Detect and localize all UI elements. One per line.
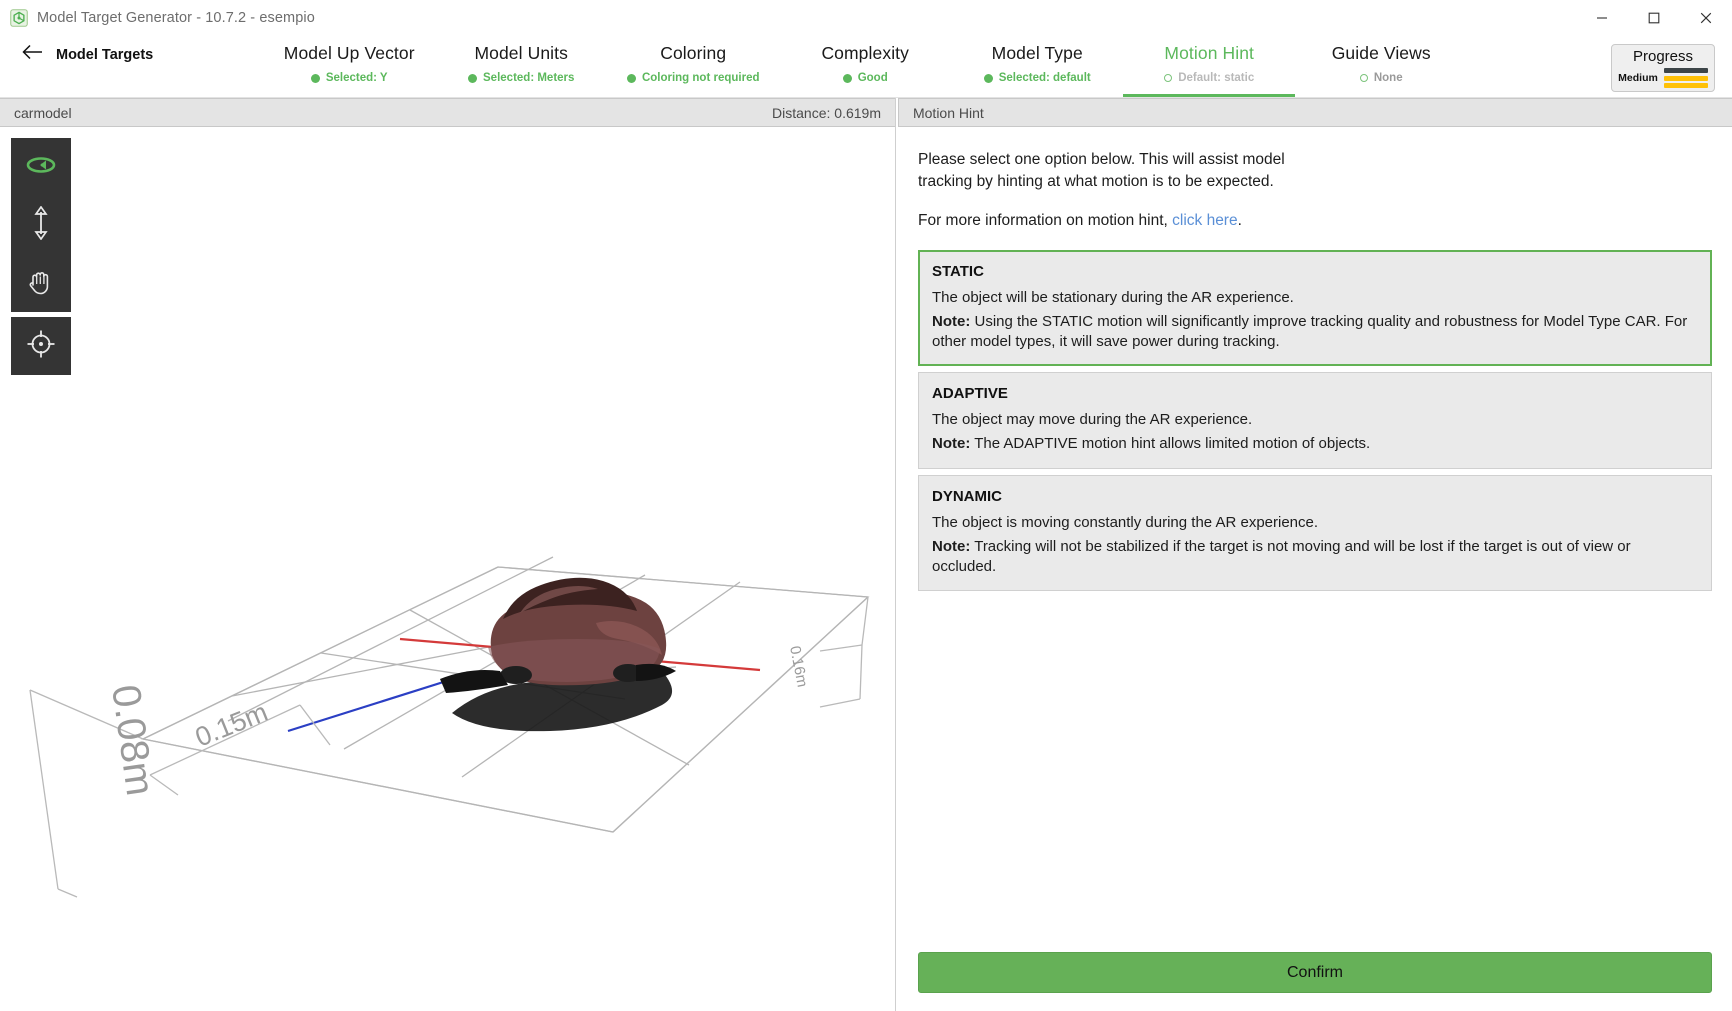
- option-title: DYNAMIC: [931, 488, 1002, 506]
- confirm-button[interactable]: Confirm: [917, 952, 1712, 993]
- progress-bar-3: [1663, 83, 1708, 88]
- option-note: Note: Using the STATIC motion will signi…: [932, 312, 1698, 352]
- model-scene: 0.08m 0.15m 0.16m: [29, 556, 870, 898]
- progress-label: Progress: [1632, 48, 1694, 65]
- intro-text: Please select one option below. This wil…: [917, 151, 1285, 190]
- option-title: STATIC: [931, 263, 984, 281]
- panel-title: Motion Hint: [912, 104, 984, 121]
- confirm-area: Confirm: [917, 952, 1712, 993]
- dimension-label-height: 0.16m: [786, 645, 811, 689]
- app-logo-icon: [10, 8, 28, 27]
- step-title: Model Up Vector: [283, 43, 415, 63]
- progress-indicator: Medium: [1618, 68, 1708, 88]
- title-bar: Model Target Generator - 10.7.2 - esempi…: [0, 0, 1732, 36]
- status-dot-icon: [468, 73, 478, 83]
- option-title: ADAPTIVE: [931, 385, 1008, 403]
- step-status-label: Selected: Y: [325, 72, 388, 84]
- motion-hint-option-static[interactable]: STATIC The object will be stationary dur…: [917, 250, 1712, 367]
- option-description: The object is moving constantly during t…: [931, 514, 1319, 532]
- option-note: Note: The ADAPTIVE motion hint allows li…: [932, 434, 1698, 454]
- motion-hint-option-adaptive[interactable]: ADAPTIVE The object may move during the …: [917, 372, 1712, 470]
- progress-button[interactable]: Progress Medium: [1611, 44, 1715, 92]
- maximize-button[interactable]: [1628, 0, 1680, 36]
- workflow-step-bar: Model Targets Model Up Vector Selected: …: [0, 36, 1732, 98]
- option-description: The object may move during the AR experi…: [931, 411, 1253, 429]
- minimize-button[interactable]: [1576, 0, 1628, 36]
- dimension-label-width: 0.15m: [191, 697, 272, 753]
- step-status: Default: static: [1164, 72, 1254, 84]
- motion-hint-panel: Motion Hint Please select one option bel…: [895, 98, 1732, 1011]
- step-status-label: None: [1373, 72, 1403, 84]
- option-note-text: Tracking will not be stabilized if the t…: [931, 537, 1631, 575]
- arrow-left-icon: [22, 44, 43, 65]
- step-model-units[interactable]: Model Units Selected: Meters: [435, 36, 607, 97]
- option-description: The object will be stationary during the…: [931, 289, 1294, 307]
- status-dot-icon: [626, 73, 636, 83]
- option-note-text: Using the STATIC motion will significant…: [931, 312, 1688, 350]
- main-content: carmodel Distance: 0.619m 0.08m 0.15m 0.…: [0, 98, 1732, 1011]
- step-title: Motion Hint: [1164, 43, 1255, 63]
- step-title: Model Type: [991, 43, 1083, 63]
- back-label: Model Targets: [56, 46, 154, 63]
- option-note: Note: Tracking will not be stabilized if…: [932, 537, 1698, 577]
- option-note-label: Note:: [931, 435, 971, 453]
- step-model-type[interactable]: Model Type Selected: default: [951, 36, 1123, 97]
- option-note-label: Note:: [931, 312, 971, 330]
- step-status: Coloring not required: [626, 72, 760, 84]
- car-model-mesh: [440, 577, 676, 693]
- option-note-text: The ADAPTIVE motion hint allows limited …: [970, 435, 1371, 453]
- progress-bar-2: [1663, 75, 1708, 81]
- window-controls: [1576, 0, 1732, 36]
- viewport-panel: carmodel Distance: 0.619m 0.08m 0.15m 0.…: [0, 98, 896, 1011]
- option-note-label: Note:: [931, 537, 971, 555]
- panel-body: Please select one option below. This wil…: [898, 127, 1732, 1011]
- step-coloring[interactable]: Coloring Coloring not required: [607, 36, 779, 97]
- progress-level-label: Medium: [1618, 72, 1658, 84]
- progress-bar-1: [1663, 68, 1708, 73]
- step-status: Selected: Meters: [468, 72, 574, 84]
- model-viewport-3d[interactable]: 0.08m 0.15m 0.16m: [0, 127, 895, 1011]
- step-status-label: Default: static: [1178, 72, 1255, 84]
- step-status-label: Coloring not required: [641, 72, 760, 84]
- step-title: Coloring: [660, 43, 727, 63]
- panel-header: Motion Hint: [897, 98, 1732, 127]
- status-dot-icon: [1164, 74, 1173, 82]
- back-to-model-targets[interactable]: Model Targets: [0, 36, 153, 65]
- motion-hint-help-link[interactable]: click here: [1172, 212, 1237, 229]
- step-status-label: Good: [857, 72, 888, 84]
- model-name-label: carmodel: [14, 104, 72, 121]
- step-model-up-vector[interactable]: Model Up Vector Selected: Y: [263, 36, 435, 97]
- status-dot-icon: [310, 73, 320, 83]
- step-motion-hint[interactable]: Motion Hint Default: static: [1123, 36, 1296, 97]
- step-list: Model Up Vector Selected: Y Model Units …: [153, 36, 1732, 97]
- close-button[interactable]: [1680, 0, 1732, 36]
- step-status-label: Selected: default: [998, 72, 1091, 84]
- window-title: Model Target Generator - 10.7.2 - esempi…: [37, 9, 315, 26]
- status-dot-icon: [842, 73, 852, 83]
- motion-hint-option-dynamic[interactable]: DYNAMIC The object is moving constantly …: [917, 475, 1712, 592]
- step-status: Selected: default: [983, 72, 1091, 84]
- more-info-text: For more information on motion hint, cli…: [918, 210, 1316, 232]
- status-dot-icon: [1359, 74, 1368, 82]
- step-title: Guide Views: [1331, 43, 1431, 63]
- more-info-prefix: For more information on motion hint,: [917, 212, 1173, 230]
- step-status-label: Selected: Meters: [483, 72, 575, 84]
- dimension-label-depth: 0.08m: [103, 682, 162, 798]
- step-guide-views[interactable]: Guide Views None: [1295, 36, 1467, 97]
- status-dot-icon: [983, 73, 993, 83]
- step-status: Good: [842, 72, 888, 84]
- progress-bars-icon: [1663, 68, 1708, 88]
- more-info-suffix: .: [1237, 212, 1242, 230]
- step-title: Complexity: [821, 43, 909, 63]
- step-status: None: [1359, 72, 1403, 84]
- viewport-header: carmodel Distance: 0.619m: [0, 98, 895, 127]
- step-title: Model Units: [474, 43, 568, 63]
- step-complexity[interactable]: Complexity Good: [779, 36, 951, 97]
- distance-label: Distance: 0.619m: [772, 104, 881, 121]
- step-status: Selected: Y: [310, 72, 388, 84]
